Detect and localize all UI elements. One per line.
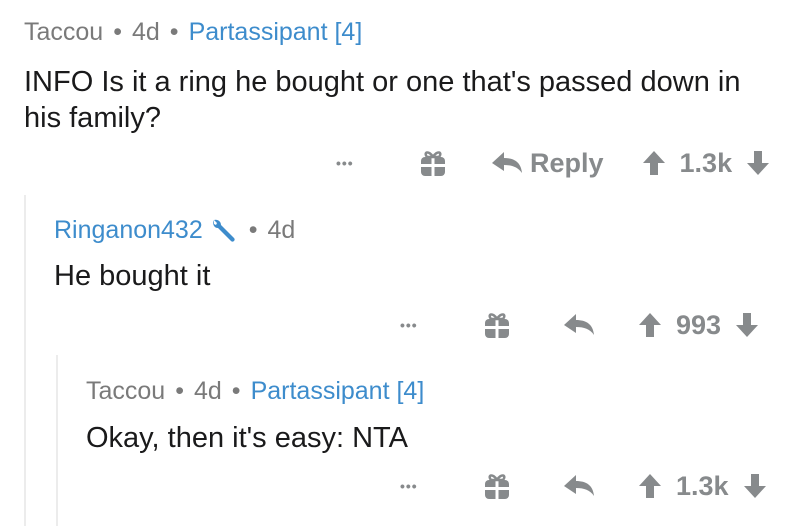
gift-award-icon[interactable] bbox=[482, 310, 512, 340]
more-options-button[interactable]: ••• bbox=[400, 317, 436, 333]
separator: • bbox=[169, 18, 179, 46]
vote-score: 1.3k bbox=[676, 470, 729, 501]
thread-line-level-2[interactable] bbox=[56, 355, 58, 526]
more-options-button[interactable]: ••• bbox=[336, 155, 372, 171]
comment-author[interactable]: Taccou bbox=[86, 377, 165, 406]
comment-meta: Taccou • 4d • Partassipant [4] bbox=[24, 18, 362, 47]
reply-arrow-icon bbox=[492, 152, 522, 173]
user-flair: Partassipant [4] bbox=[250, 377, 425, 405]
comment-age: 4d bbox=[131, 18, 160, 46]
comment-body: He bought it bbox=[54, 260, 211, 292]
more-options-button[interactable]: ••• bbox=[400, 478, 436, 494]
separator: • bbox=[248, 216, 258, 244]
separator: • bbox=[231, 377, 241, 405]
downvote-arrow-icon[interactable] bbox=[746, 149, 770, 177]
reply-label: Reply bbox=[530, 147, 604, 178]
comment-age: 4d bbox=[193, 377, 222, 405]
vote-score: 1.3k bbox=[679, 147, 733, 178]
mod-wrench-icon bbox=[209, 217, 239, 245]
gift-award-icon[interactable] bbox=[418, 148, 448, 178]
comment-meta: Taccou • 4d • Partassipant [4] bbox=[86, 377, 424, 406]
comment-body: INFO Is it a ring he bought or one that'… bbox=[24, 66, 741, 134]
downvote-arrow-icon[interactable] bbox=[735, 311, 759, 339]
separator: • bbox=[175, 377, 184, 405]
reply-button[interactable]: Reply bbox=[490, 148, 604, 179]
reply-arrow-icon[interactable] bbox=[562, 311, 596, 339]
comment-actions: ••• 993 bbox=[400, 305, 759, 345]
gift-award-icon[interactable] bbox=[482, 471, 512, 501]
thread-line-level-1[interactable] bbox=[24, 195, 26, 526]
upvote-arrow-icon[interactable] bbox=[642, 149, 666, 177]
user-flair: Partassipant [4] bbox=[188, 18, 363, 46]
downvote-arrow-icon[interactable] bbox=[743, 472, 767, 500]
comment-author[interactable]: Taccou bbox=[24, 18, 103, 47]
reply-arrow-icon[interactable] bbox=[562, 472, 596, 500]
comment-body: Okay, then it's easy: NTA bbox=[86, 422, 408, 454]
comment-actions: ••• 1.3k bbox=[400, 466, 767, 506]
comment-actions: ••• Reply 1.3k bbox=[336, 143, 770, 183]
comment-age: 4d bbox=[267, 216, 296, 244]
comment-author[interactable]: Ringanon432 bbox=[54, 216, 203, 245]
upvote-arrow-icon[interactable] bbox=[638, 311, 662, 339]
upvote-arrow-icon[interactable] bbox=[638, 472, 662, 500]
comment-meta: Ringanon432 • 4d bbox=[54, 216, 295, 245]
vote-score: 993 bbox=[676, 309, 722, 340]
separator: • bbox=[113, 18, 122, 46]
